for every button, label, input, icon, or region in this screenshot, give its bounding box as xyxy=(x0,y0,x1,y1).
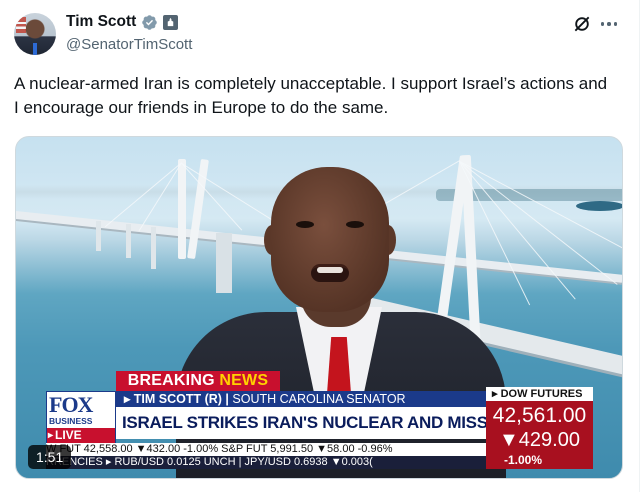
live-badge: LIVE xyxy=(47,428,115,443)
speaker-name-strip: ▸ TIM SCOTT (R) | SOUTH CAROLINA SENATOR xyxy=(116,391,486,407)
news-label: NEWS xyxy=(219,372,269,389)
verified-badge-icon xyxy=(142,14,158,30)
speaker-eye xyxy=(346,221,364,228)
speaker-eye xyxy=(296,221,314,228)
author-name-row: Tim Scott xyxy=(66,12,179,32)
video-player[interactable]: BREAKING NEWS FOX BUSINESS LIVE ▸ TIM SC… xyxy=(15,136,623,479)
bridge-pier xyxy=(151,227,156,269)
bridge-pier xyxy=(126,224,131,258)
avatar-tie xyxy=(33,43,37,55)
speaker-teeth xyxy=(317,267,343,273)
market-ticker: W FUT 42,558.00 ▼432.00 -1.00% S&P FUT 5… xyxy=(46,443,486,456)
network-logo-text: FOX xyxy=(49,392,93,417)
dow-futures-box: ▸ DOW FUTURES 42,561.00 ▼429.00 -1.00% xyxy=(486,387,593,469)
island xyxy=(576,201,622,211)
government-badge-icon xyxy=(163,14,179,30)
network-sub-text: BUSINESS xyxy=(49,416,93,426)
name-separator: | xyxy=(221,392,233,406)
fox-business-logo: FOX BUSINESS LIVE xyxy=(46,391,116,443)
user-handle[interactable]: @SenatorTimScott xyxy=(66,36,192,53)
breaking-label: BREAKING xyxy=(127,372,215,389)
avatar[interactable] xyxy=(14,13,56,55)
more-icon[interactable] xyxy=(598,14,620,34)
speaker-head xyxy=(271,167,389,312)
headline: ISRAEL STRIKES IRAN'S NUCLEAR AND MISSIL… xyxy=(116,407,486,439)
grok-icon[interactable] xyxy=(572,14,592,34)
speaker-name: ▸ TIM SCOTT (R) xyxy=(124,392,222,406)
dow-label: ▸ DOW FUTURES xyxy=(486,387,593,401)
dow-value: 42,561.00 xyxy=(492,404,587,427)
breaking-news-banner: BREAKING NEWS xyxy=(116,371,280,391)
display-name[interactable]: Tim Scott xyxy=(66,13,136,31)
dow-change: ▼429.00 xyxy=(499,429,580,451)
tweet-text: A nuclear-armed Iran is completely unacc… xyxy=(14,74,608,117)
currency-ticker: RRENCIES ▸ RUB/USD 0.0125 UNCH | JPY/USD… xyxy=(46,456,486,469)
bridge-tower xyxy=(178,159,186,259)
speaker-title: SOUTH CAROLINA SENATOR xyxy=(232,392,406,406)
flag-graphic xyxy=(16,17,26,33)
bridge-pier xyxy=(96,221,101,251)
video-duration: 1:51 xyxy=(28,445,72,469)
dow-percent: -1.00% xyxy=(504,453,543,467)
bridge-pier xyxy=(216,233,232,293)
